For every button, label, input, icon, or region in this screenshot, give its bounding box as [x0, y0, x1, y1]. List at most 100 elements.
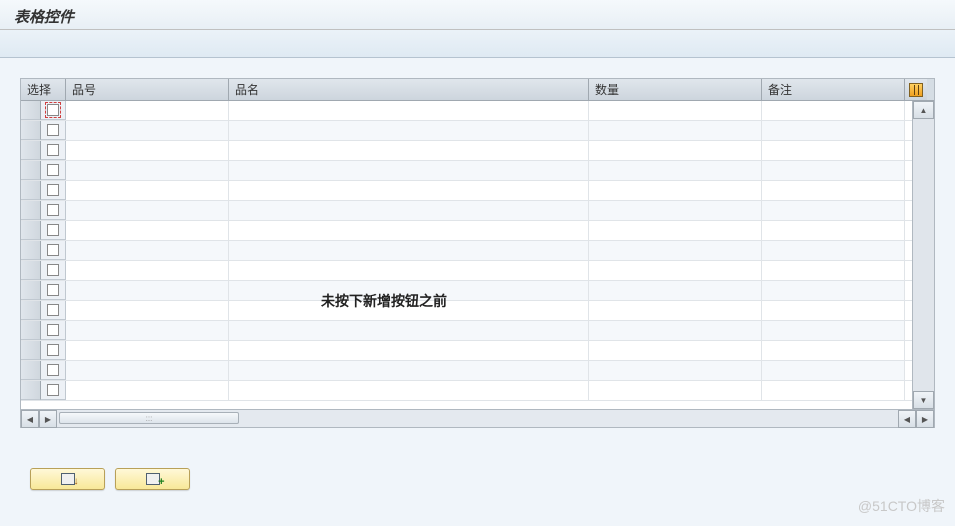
cell[interactable]	[762, 121, 905, 140]
checkbox[interactable]	[47, 164, 59, 176]
cell[interactable]	[229, 341, 589, 360]
select-cell[interactable]	[41, 341, 66, 360]
cell[interactable]	[762, 361, 905, 380]
table-row[interactable]	[21, 281, 912, 301]
cell[interactable]	[229, 381, 589, 400]
table-row[interactable]	[21, 161, 912, 181]
cell[interactable]	[762, 141, 905, 160]
cell[interactable]	[589, 201, 762, 220]
row-handle[interactable]	[21, 301, 41, 320]
select-cell[interactable]	[41, 141, 66, 160]
select-cell[interactable]	[41, 261, 66, 280]
row-handle[interactable]	[21, 241, 41, 260]
checkbox[interactable]	[47, 304, 59, 316]
scroll-down-button[interactable]: ▼	[913, 391, 934, 409]
table-row[interactable]	[21, 141, 912, 161]
column-header-itemno[interactable]: 品号	[66, 79, 229, 100]
checkbox[interactable]	[47, 364, 59, 376]
scroll-up-button[interactable]: ▲	[913, 101, 934, 119]
select-cell[interactable]	[41, 161, 66, 180]
checkbox[interactable]	[47, 384, 59, 396]
checkbox[interactable]	[47, 184, 59, 196]
row-handle[interactable]	[21, 101, 41, 120]
select-cell[interactable]	[41, 281, 66, 300]
cell[interactable]	[589, 261, 762, 280]
row-handle[interactable]	[21, 341, 41, 360]
row-handle[interactable]	[21, 121, 41, 140]
cell[interactable]	[762, 201, 905, 220]
cell[interactable]	[589, 301, 762, 320]
cell[interactable]	[229, 361, 589, 380]
cell[interactable]	[66, 101, 229, 120]
cell[interactable]	[589, 221, 762, 240]
cell[interactable]	[229, 141, 589, 160]
checkbox[interactable]	[47, 324, 59, 336]
cell[interactable]	[66, 161, 229, 180]
checkbox[interactable]	[47, 224, 59, 236]
cell[interactable]	[589, 121, 762, 140]
scroll-left-button[interactable]: ◀	[21, 410, 39, 428]
cell[interactable]	[229, 121, 589, 140]
cell[interactable]	[229, 321, 589, 340]
cell[interactable]	[762, 281, 905, 300]
column-header-select[interactable]: 选择	[21, 79, 66, 100]
cell[interactable]	[66, 261, 229, 280]
cell[interactable]	[589, 161, 762, 180]
cell[interactable]	[229, 261, 589, 280]
checkbox[interactable]	[47, 264, 59, 276]
row-handle[interactable]	[21, 221, 41, 240]
cell[interactable]	[589, 141, 762, 160]
select-cell[interactable]	[41, 321, 66, 340]
cell[interactable]	[66, 221, 229, 240]
checkbox[interactable]	[47, 124, 59, 136]
cell[interactable]	[589, 361, 762, 380]
cell[interactable]	[66, 381, 229, 400]
table-row[interactable]	[21, 361, 912, 381]
cell[interactable]	[66, 121, 229, 140]
scroll-track[interactable]	[913, 119, 934, 391]
select-cell[interactable]	[41, 361, 66, 380]
table-row[interactable]	[21, 341, 912, 361]
select-cell[interactable]	[41, 241, 66, 260]
checkbox[interactable]	[47, 204, 59, 216]
cell[interactable]	[589, 321, 762, 340]
cell[interactable]	[229, 181, 589, 200]
cell[interactable]	[229, 101, 589, 120]
cell[interactable]	[762, 161, 905, 180]
cell[interactable]	[66, 301, 229, 320]
hscroll-thumb[interactable]: :::	[59, 412, 239, 424]
table-row[interactable]	[21, 121, 912, 141]
select-cell[interactable]	[41, 201, 66, 220]
row-handle[interactable]	[21, 161, 41, 180]
column-header-qty[interactable]: 数量	[589, 79, 762, 100]
cell[interactable]	[66, 321, 229, 340]
cell[interactable]	[762, 381, 905, 400]
table-row[interactable]	[21, 261, 912, 281]
scroll-right2-button[interactable]: ▶	[916, 410, 934, 428]
cell[interactable]	[66, 241, 229, 260]
cell[interactable]	[66, 181, 229, 200]
cell[interactable]	[762, 341, 905, 360]
add-row-button[interactable]	[115, 468, 190, 490]
row-handle[interactable]	[21, 201, 41, 220]
cell[interactable]	[589, 241, 762, 260]
checkbox[interactable]	[47, 284, 59, 296]
select-cell[interactable]	[41, 101, 66, 120]
row-handle[interactable]	[21, 381, 41, 400]
scroll-right-button[interactable]: ◀	[898, 410, 916, 428]
row-handle[interactable]	[21, 321, 41, 340]
table-row[interactable]	[21, 241, 912, 261]
refresh-button[interactable]	[30, 468, 105, 490]
table-row[interactable]	[21, 221, 912, 241]
table-row[interactable]	[21, 381, 912, 401]
row-handle[interactable]	[21, 181, 41, 200]
table-config-button[interactable]	[905, 79, 927, 100]
cell[interactable]	[229, 161, 589, 180]
cell[interactable]	[66, 341, 229, 360]
row-handle[interactable]	[21, 281, 41, 300]
horizontal-scrollbar[interactable]: ◀ ▶ ::: ◀ ▶	[21, 409, 934, 427]
checkbox[interactable]	[47, 244, 59, 256]
cell[interactable]	[229, 221, 589, 240]
table-row[interactable]	[21, 301, 912, 321]
column-header-remark[interactable]: 备注	[762, 79, 905, 100]
